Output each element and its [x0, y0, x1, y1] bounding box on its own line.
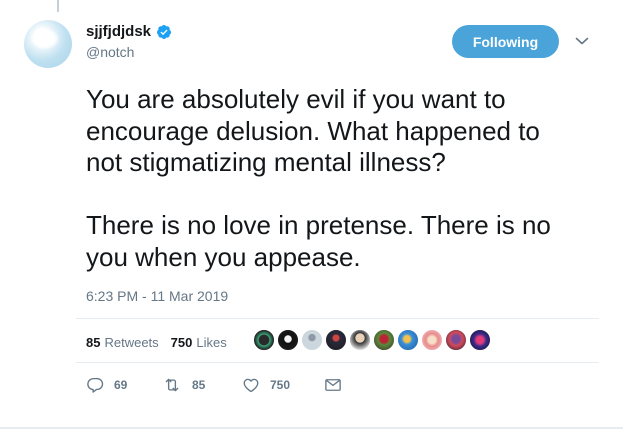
liker-avatar[interactable] [373, 329, 395, 351]
chevron-down-icon[interactable] [575, 36, 589, 46]
reply-count: 69 [114, 378, 128, 392]
retweets-count: 85 [86, 334, 101, 350]
retweet-icon [165, 378, 179, 392]
tweet-timestamp[interactable]: 6:23 PM - 11 Mar 2019 [86, 288, 228, 304]
likes-stat[interactable]: 750 Likes [171, 335, 227, 350]
user-handle[interactable]: @notch [86, 44, 172, 60]
divider-bottom [76, 362, 599, 363]
direct-message-action[interactable] [324, 377, 342, 393]
retweets-stat[interactable]: 85 Retweets [86, 335, 159, 350]
display-name[interactable]: sjjfjdjdsk [86, 23, 151, 40]
name-row: sjjfjdjdsk [86, 23, 172, 40]
retweet-action[interactable]: 85 [162, 376, 242, 394]
reply-icon [87, 377, 104, 393]
like-action[interactable]: 750 [242, 376, 324, 394]
engagement-stats: 85 Retweets 750 Likes [86, 330, 239, 354]
liker-avatar[interactable] [397, 329, 419, 351]
envelope-icon [325, 379, 341, 391]
retweets-label: Retweets [104, 334, 159, 350]
user-info[interactable]: sjjfjdjdsk @notch [86, 23, 172, 60]
liker-avatar[interactable] [277, 329, 299, 351]
liker-avatars [253, 329, 493, 351]
liker-avatar[interactable] [421, 329, 443, 351]
avatar[interactable] [24, 20, 72, 68]
tweet-header: sjjfjdjdsk @notch Following [24, 18, 603, 70]
retweet-count: 85 [192, 378, 206, 392]
following-button[interactable]: Following [452, 25, 559, 58]
tweet-actions: 69 85 750 [86, 376, 342, 394]
liker-avatar[interactable] [349, 329, 371, 351]
tweet-text: You are absolutely evil if you want to e… [86, 84, 551, 272]
likes-count: 750 [170, 334, 193, 350]
thread-connector-line [57, 0, 59, 12]
divider-top [76, 318, 599, 319]
liker-avatar[interactable] [301, 329, 323, 351]
liker-avatar[interactable] [325, 329, 347, 351]
likes-label: Likes [196, 334, 227, 350]
reply-action[interactable]: 69 [86, 376, 162, 394]
liker-avatar[interactable] [445, 329, 467, 351]
liker-avatar[interactable] [469, 329, 491, 351]
liker-avatar[interactable] [253, 329, 275, 351]
like-count: 750 [270, 378, 291, 392]
heart-icon [243, 378, 259, 393]
verified-badge-icon [157, 24, 172, 39]
